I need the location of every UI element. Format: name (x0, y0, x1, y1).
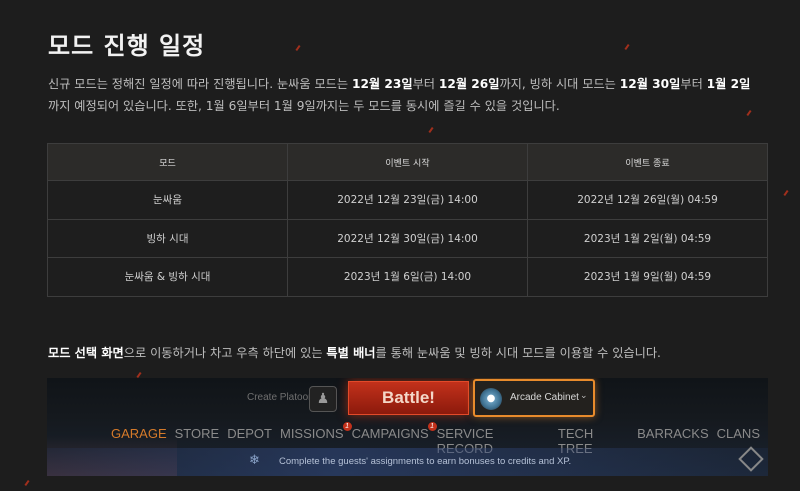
column-header-end: 이벤트 종료 (527, 143, 768, 181)
body-text: 부터 (412, 77, 439, 91)
battle-button[interactable]: Battle! (348, 381, 469, 415)
table-header-row: 모드 이벤트 시작 이벤트 종료 (47, 143, 768, 181)
cell-mode: 빙하 시대 (47, 218, 288, 258)
column-header-start: 이벤트 시작 (287, 143, 528, 181)
platoon-icon[interactable]: ♟ (309, 386, 337, 412)
highlight-text: 12월 26일 (438, 77, 500, 91)
highlight-text: 12월 30일 (619, 77, 681, 91)
body-text: 부터 (680, 77, 707, 91)
nav-item-label: CLANS (716, 426, 760, 441)
highlight-text: 특별 배너 (326, 346, 376, 360)
arcade-mode-icon: ● (480, 388, 502, 410)
highlight-text: 1월 2일 (706, 77, 751, 91)
page-title: 모드 진행 일정 (48, 32, 206, 60)
special-banner[interactable]: ❄ Complete the guests' assignments to ea… (47, 448, 768, 476)
body-text: 으로 이동하거나 차고 우측 하단에 있는 (123, 346, 327, 360)
cell-mode: 눈싸움 & 빙하 시대 (47, 257, 288, 297)
column-header-mode: 모드 (47, 143, 288, 181)
table-row: 빙하 시대 2022년 12월 30일(금) 14:00 2023년 1월 2일… (47, 218, 768, 258)
chevron-down-icon: ⌄ (580, 391, 588, 401)
table-row: 눈싸움 2022년 12월 23일(금) 14:00 2022년 12월 26일… (47, 180, 768, 220)
notification-badge: 1 (427, 422, 437, 431)
banner-text: Complete the guests' assignments to earn… (279, 456, 572, 467)
nav-item-label: CAMPAIGNS (351, 426, 429, 441)
cell-end: 2023년 1월 2일(월) 04:59 (527, 218, 768, 258)
cell-start: 2022년 12월 30일(금) 14:00 (287, 218, 528, 258)
nav-item-label: GARAGE (111, 426, 167, 441)
mode-selector[interactable]: ● Arcade Cabinet ⌄ (473, 379, 595, 417)
decor-spark (428, 126, 434, 134)
body-text: 를 통해 눈싸움 및 빙하 시대 모드를 이용할 수 있습니다. (375, 346, 661, 360)
schedule-table: 모드 이벤트 시작 이벤트 종료 눈싸움 2022년 12월 23일(금) 14… (47, 143, 768, 297)
body-text: 까지 예정되어 있습니다. 또한, 1월 6일부터 1월 9일까지는 두 모드를… (48, 99, 560, 113)
nav-item-label: DEPOT (227, 426, 272, 441)
nav-item-label: BARRACKS (637, 426, 709, 441)
snowflake-icon: ❄ (249, 453, 260, 468)
cell-start: 2023년 1월 6일(금) 14:00 (287, 257, 528, 297)
notification-badge: 1 (342, 422, 352, 431)
decor-spark (24, 479, 30, 487)
body-text: 신규 모드는 정해진 일정에 따라 진행됩니다. 눈싸움 모드는 (48, 77, 352, 91)
cell-end: 2022년 12월 26일(월) 04:59 (527, 180, 768, 220)
decor-spark (624, 43, 630, 51)
highlight-text: 모드 선택 화면 (48, 346, 124, 360)
body-text: 까지, 빙하 시대 모드는 (499, 77, 620, 91)
nav-item-label: STORE (174, 426, 220, 441)
decor-spark (295, 44, 301, 52)
intro-paragraph: 신규 모드는 정해진 일정에 따라 진행됩니다. 눈싸움 모드는 12월 23일… (48, 73, 760, 117)
outro-paragraph: 모드 선택 화면으로 이동하거나 차고 우측 하단에 있는 특별 배너를 통해 … (48, 343, 760, 361)
mode-label: Arcade Cabinet (510, 392, 579, 403)
decor-spark (783, 189, 789, 197)
table-row: 눈싸움 & 빙하 시대 2023년 1월 6일(금) 14:00 2023년 1… (47, 257, 768, 297)
cell-mode: 눈싸움 (47, 180, 288, 220)
create-platoon-button[interactable]: Create Platoon (247, 392, 314, 403)
nav-item-label: MISSIONS (279, 426, 344, 441)
highlight-text: 12월 23일 (351, 77, 413, 91)
cell-end: 2023년 1월 9일(월) 04:59 (527, 257, 768, 297)
game-garage-screenshot: Create Platoon ♟ Battle! ● Arcade Cabine… (47, 378, 768, 476)
cell-start: 2022년 12월 23일(금) 14:00 (287, 180, 528, 220)
